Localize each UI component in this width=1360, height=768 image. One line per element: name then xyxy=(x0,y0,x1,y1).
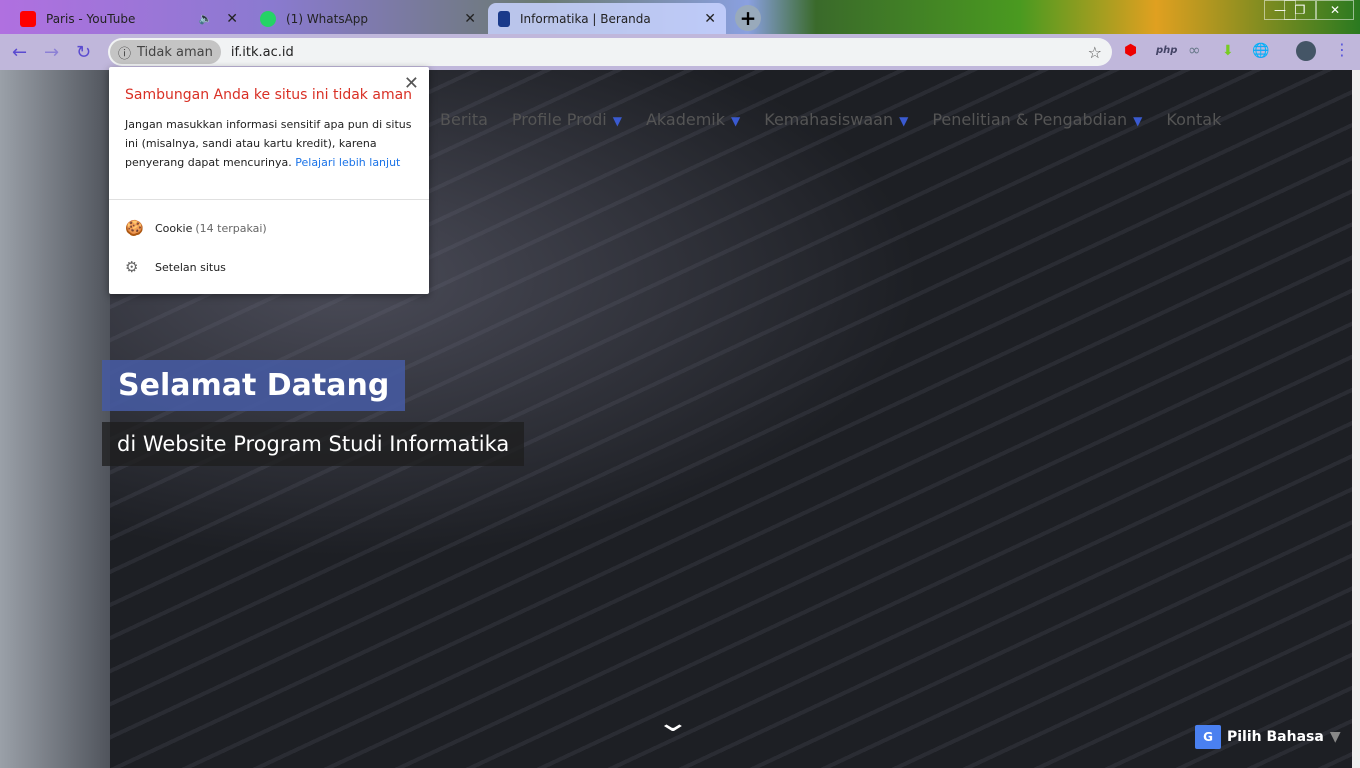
close-window-button[interactable]: ✕ xyxy=(1316,0,1354,20)
language-label: Pilih Bahasa xyxy=(1227,729,1324,745)
tab-title: (1) WhatsApp xyxy=(286,11,369,26)
youtube-icon xyxy=(20,10,36,27)
popup-title: Sambungan Anda ke situs ini tidak aman xyxy=(125,87,413,103)
nav-kemahasiswaan[interactable]: Kemahasiswaan ▼ xyxy=(764,110,908,129)
nav-label: Kemahasiswaan xyxy=(764,110,894,129)
new-tab-button[interactable]: + xyxy=(735,5,761,31)
dropdown-arrow-icon: ▼ xyxy=(1329,729,1341,745)
speaker-icon[interactable]: 🔈 xyxy=(199,12,213,25)
forward-button[interactable]: → xyxy=(44,42,59,63)
chevron-down-icon: ▼ xyxy=(731,114,741,128)
language-selector[interactable]: G Pilih Bahasa ▼ xyxy=(1195,725,1341,749)
popup-body: Jangan masukkan informasi sensitif apa p… xyxy=(125,115,415,172)
info-icon: ⓘ xyxy=(118,46,132,62)
cookie-label: Cookie xyxy=(155,221,193,235)
nav-label: Profile Prodi xyxy=(511,110,607,129)
hero-background xyxy=(0,70,110,768)
security-chip[interactable]: ⓘ Tidak aman xyxy=(110,40,221,64)
infinity-icon[interactable]: ∞ xyxy=(1188,41,1201,59)
close-icon[interactable]: ✕ xyxy=(404,73,419,94)
download-icon[interactable]: ⬇ xyxy=(1222,43,1234,59)
tab-title: Paris - YouTube xyxy=(46,11,136,26)
chevron-down-icon: ▼ xyxy=(612,114,622,128)
browser-toolbar: ← → ↻ ⓘ Tidak aman if.itk.ac.id ☆ ⬢ php ∞… xyxy=(0,34,1360,70)
cookie-icon: 🍪 xyxy=(125,219,144,237)
hero-subtitle: di Website Program Studi Informatika xyxy=(102,422,525,466)
divider xyxy=(109,199,429,200)
menu-icon[interactable]: ⋮ xyxy=(1334,40,1350,59)
tab-informatika[interactable]: Informatika | Beranda ✕ xyxy=(488,3,726,34)
back-button[interactable]: ← xyxy=(12,42,27,63)
tab-whatsapp[interactable]: (1) WhatsApp ✕ xyxy=(250,3,486,34)
itk-logo-icon xyxy=(498,10,510,27)
reload-button[interactable]: ↻ xyxy=(76,42,91,63)
learn-more-link[interactable]: Pelajari lebih lanjut xyxy=(295,156,400,169)
cookie-count: (14 terpakai) xyxy=(195,221,267,235)
nav-profile-prodi[interactable]: Profile Prodi ▼ xyxy=(512,110,622,129)
whatsapp-icon xyxy=(260,10,276,27)
nav-kontak[interactable]: Kontak xyxy=(1166,110,1221,129)
cookie-row[interactable]: 🍪 Cookie (14 terpakai) xyxy=(125,219,267,237)
site-settings-label: Setelan situs xyxy=(155,260,226,274)
nav-akademik[interactable]: Akademik ▼ xyxy=(646,110,740,129)
profile-avatar[interactable] xyxy=(1296,41,1316,61)
bookmark-star-icon[interactable]: ☆ xyxy=(1088,43,1102,62)
close-tab-icon[interactable]: ✕ xyxy=(704,11,716,27)
tab-strip: Paris - YouTube 🔈 ✕ (1) WhatsApp ✕ Infor… xyxy=(0,0,1360,34)
chevron-down-icon: ▼ xyxy=(899,114,909,128)
close-tab-icon[interactable]: ✕ xyxy=(226,11,238,27)
nav-penelitian[interactable]: Penelitian & Pengabdian ▼ xyxy=(932,110,1142,129)
scrollbar[interactable] xyxy=(1352,70,1360,768)
nav-berita[interactable]: Berita xyxy=(440,110,488,129)
hero-title: Selamat Datang xyxy=(102,360,406,411)
security-label: Tidak aman xyxy=(137,44,213,60)
nav-label: Akademik xyxy=(645,110,726,129)
site-info-popup: Sambungan Anda ke situs ini tidak aman ✕… xyxy=(109,67,429,294)
url-text[interactable]: if.itk.ac.id xyxy=(231,45,294,60)
tab-title: Informatika | Beranda xyxy=(520,11,651,26)
maximize-button[interactable]: ❐ xyxy=(1284,0,1316,20)
site-settings-row[interactable]: ⚙ Setelan situs xyxy=(125,258,226,276)
gear-icon: ⚙ xyxy=(125,258,139,276)
nav-label: Penelitian & Pengabdian xyxy=(932,110,1128,129)
php-extension-icon[interactable]: php xyxy=(1156,45,1177,56)
close-tab-icon[interactable]: ✕ xyxy=(464,11,476,27)
chevron-down-icon: ▼ xyxy=(1133,114,1143,128)
site-nav: Berita Profile Prodi ▼ Akademik ▼ Kemahasi… xyxy=(440,110,1221,129)
adblock-icon[interactable]: ⬢ xyxy=(1124,41,1137,59)
address-bar[interactable]: ⓘ Tidak aman if.itk.ac.id ☆ xyxy=(108,38,1112,66)
scroll-down-icon[interactable]: ⌄ xyxy=(655,708,690,738)
globe-icon[interactable]: 🌐 xyxy=(1252,43,1269,59)
tab-youtube[interactable]: Paris - YouTube 🔈 ✕ xyxy=(10,3,248,34)
google-translate-icon: G xyxy=(1195,725,1221,749)
